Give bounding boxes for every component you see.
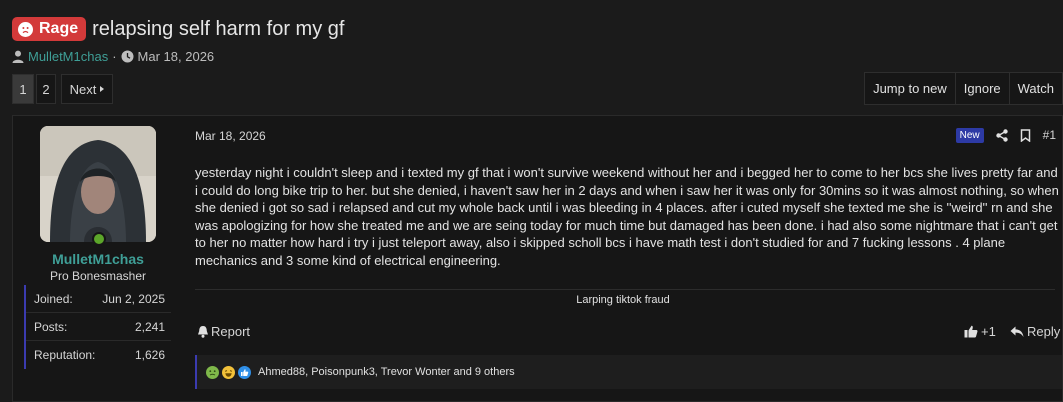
share-icon[interactable]: [995, 128, 1020, 142]
like-icon: [238, 365, 251, 379]
report-button[interactable]: Report: [197, 324, 250, 339]
next-page-button[interactable]: Next: [61, 74, 113, 104]
report-label: Report: [211, 324, 251, 339]
stat-label: Joined:: [34, 291, 73, 306]
online-status-indicator: [92, 232, 106, 246]
stat-value: 1,626: [134, 348, 165, 362]
user-icon: [12, 50, 28, 63]
avatar[interactable]: [40, 126, 156, 242]
thread-title-row: Rage relapsing self harm for my gf: [12, 16, 344, 42]
bookmark-icon[interactable]: [1020, 128, 1043, 142]
post-body: yesterday night i couldn't sleep and i t…: [195, 165, 1059, 268]
signature: Larping tiktok fraud: [576, 294, 670, 306]
page-title: relapsing self harm for my gf: [92, 17, 345, 40]
caret-right-icon: [100, 86, 105, 92]
reactions-bar[interactable]: Ahmed88, Poisonpunk3, Trevor Wonter and …: [195, 355, 1062, 389]
post-username[interactable]: MulletM1chas: [13, 251, 183, 267]
signature-divider: [195, 289, 1055, 290]
thread-meta: MulletM1chas · Mar 18, 2026: [12, 48, 214, 64]
meta-separator: ·: [112, 48, 117, 64]
post-date[interactable]: Mar 18, 2026: [195, 129, 266, 143]
stat-reputation: Reputation: 1,626: [26, 341, 171, 369]
jump-to-new-button[interactable]: Jump to new: [864, 72, 956, 105]
thread-actions: Jump to new Ignore Watch: [864, 72, 1063, 105]
pagination: 1 2 Next: [12, 74, 115, 104]
stat-label: Posts:: [34, 319, 68, 334]
page-1-button[interactable]: 1: [12, 74, 34, 104]
thumbs-up-icon: [964, 325, 981, 338]
next-label: Next: [69, 81, 97, 97]
sad-face-icon: [18, 21, 33, 37]
post-tools: New #1: [955, 127, 1056, 143]
stat-label: Reputation:: [34, 348, 96, 362]
like-count: +1: [981, 324, 996, 339]
prefix-label: Rage: [39, 20, 79, 37]
sick-icon: [206, 365, 219, 379]
user-title: Pro Bonesmasher: [49, 269, 147, 283]
laugh-icon: [222, 365, 235, 379]
like-button[interactable]: +1: [964, 324, 996, 339]
stat-value: Jun 2, 2025: [102, 291, 165, 306]
ignore-button[interactable]: Ignore: [955, 72, 1010, 105]
stat-value: 2,241: [134, 319, 165, 334]
new-badge: New: [955, 127, 984, 143]
post: MulletM1chas Pro Bonesmasher Joined: Jun…: [12, 115, 1063, 402]
post-number-link[interactable]: #1: [1043, 128, 1056, 142]
thread-date: Mar 18, 2026: [137, 48, 215, 64]
reply-label: Reply: [1027, 324, 1061, 339]
reply-arrow-icon: [1010, 326, 1027, 338]
watch-button[interactable]: Watch: [1009, 72, 1063, 105]
stat-posts: Posts: 2,241: [26, 313, 171, 341]
rage-prefix-badge[interactable]: Rage: [12, 17, 87, 41]
thread-author-link[interactable]: MulletM1chas: [28, 49, 108, 64]
page-2-button[interactable]: 2: [36, 74, 56, 104]
user-stats: Joined: Jun 2, 2025 Posts: 2,241 Reputat…: [24, 285, 171, 369]
reply-button[interactable]: Reply: [1010, 324, 1060, 339]
clock-icon: [121, 50, 138, 63]
stat-joined: Joined: Jun 2, 2025: [26, 285, 171, 313]
reaction-users[interactable]: Ahmed88, Poisonpunk3, Trevor Wonter and …: [258, 366, 515, 378]
post-user-sidebar: MulletM1chas Pro Bonesmasher Joined: Jun…: [13, 116, 183, 401]
bell-icon: [197, 325, 211, 338]
post-main: Mar 18, 2026 New #1 yesterday night i co…: [184, 116, 1062, 401]
